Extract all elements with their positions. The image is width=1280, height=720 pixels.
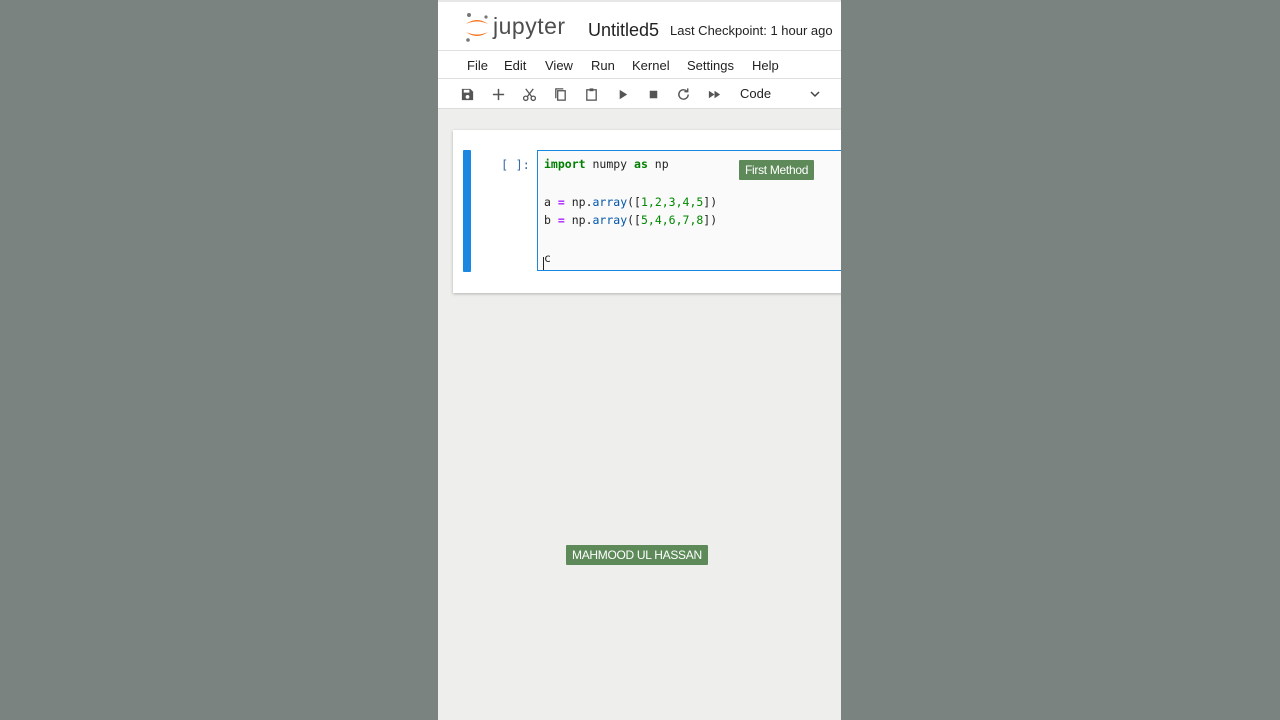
menu-bar: File Edit View Run Kernel Settings Help bbox=[438, 50, 841, 79]
menu-file[interactable]: File bbox=[467, 58, 488, 73]
code-operator: = bbox=[557, 213, 565, 227]
cut-button[interactable] bbox=[520, 85, 538, 103]
paste-button[interactable] bbox=[582, 85, 600, 103]
notebook-window: jupyter Untitled5 Last Checkpoint: 1 hou… bbox=[438, 0, 841, 720]
code-var: a bbox=[544, 195, 558, 209]
menu-settings[interactable]: Settings bbox=[687, 58, 734, 73]
restart-kernel-button[interactable] bbox=[674, 85, 692, 103]
menu-run[interactable]: Run bbox=[591, 58, 615, 73]
code-text: np. bbox=[564, 213, 593, 227]
copy-button[interactable] bbox=[551, 85, 569, 103]
menu-kernel[interactable]: Kernel bbox=[632, 58, 670, 73]
code-function: array bbox=[592, 213, 628, 227]
code-text: ([ bbox=[627, 213, 641, 227]
plus-icon bbox=[492, 88, 504, 100]
restart-run-all-button[interactable] bbox=[705, 85, 723, 103]
code-var: b bbox=[544, 213, 558, 227]
code-line-1: import numpy as np bbox=[544, 157, 669, 171]
code-operator: = bbox=[557, 195, 565, 209]
method-label-badge: First Method bbox=[739, 160, 815, 180]
menu-view[interactable]: View bbox=[545, 58, 573, 73]
author-watermark: MAHMOOD UL HASSAN bbox=[566, 545, 708, 565]
add-cell-button[interactable] bbox=[489, 85, 507, 103]
brand-name: jupyter bbox=[493, 13, 566, 39]
code-text: np bbox=[647, 157, 669, 171]
jupyter-logo-icon bbox=[466, 13, 488, 42]
text-cursor bbox=[543, 257, 544, 270]
cell-type-select[interactable]: Code bbox=[740, 86, 771, 101]
copy-icon bbox=[554, 87, 566, 101]
code-numbers: 5,4,6,7,8 bbox=[640, 213, 704, 227]
stop-button[interactable] bbox=[644, 85, 662, 103]
chevron-down-icon[interactable] bbox=[809, 88, 821, 100]
keyword-import: import bbox=[544, 157, 586, 171]
code-line-3: b = np.array([5,4,6,7,8]) bbox=[544, 213, 717, 227]
checkpoint-status: Last Checkpoint: 1 hour ago bbox=[670, 23, 833, 38]
code-cell[interactable]: [ ]: import numpy as np a = np.array([1,… bbox=[453, 130, 841, 293]
fast-forward-icon bbox=[708, 90, 720, 98]
keyword-as: as bbox=[634, 157, 648, 171]
run-button[interactable] bbox=[613, 85, 631, 103]
code-text: ]) bbox=[703, 213, 718, 227]
menu-edit[interactable]: Edit bbox=[504, 58, 526, 73]
code-text: ]) bbox=[703, 195, 718, 209]
save-button[interactable] bbox=[458, 85, 476, 103]
app-header: jupyter Untitled5 Last Checkpoint: 1 hou… bbox=[438, 0, 841, 50]
paste-icon bbox=[585, 87, 597, 101]
code-line-4: c bbox=[544, 251, 551, 265]
play-icon bbox=[619, 89, 627, 99]
refresh-icon bbox=[677, 87, 689, 100]
scissors-icon bbox=[522, 87, 536, 101]
notebook-toolbar: Code bbox=[438, 79, 841, 109]
code-text: numpy bbox=[585, 157, 635, 171]
code-text: np. bbox=[564, 195, 593, 209]
save-icon bbox=[461, 88, 473, 100]
code-line-2: a = np.array([1,2,3,4,5]) bbox=[544, 195, 717, 209]
code-numbers: 1,2,3,4,5 bbox=[640, 195, 704, 209]
menu-help[interactable]: Help bbox=[752, 58, 779, 73]
notebook-title[interactable]: Untitled5 bbox=[588, 20, 659, 41]
code-function: array bbox=[592, 195, 628, 209]
code-text: ([ bbox=[627, 195, 641, 209]
cell-prompt: [ ]: bbox=[501, 158, 530, 172]
stop-icon bbox=[649, 90, 657, 98]
active-cell-indicator[interactable] bbox=[463, 150, 471, 272]
